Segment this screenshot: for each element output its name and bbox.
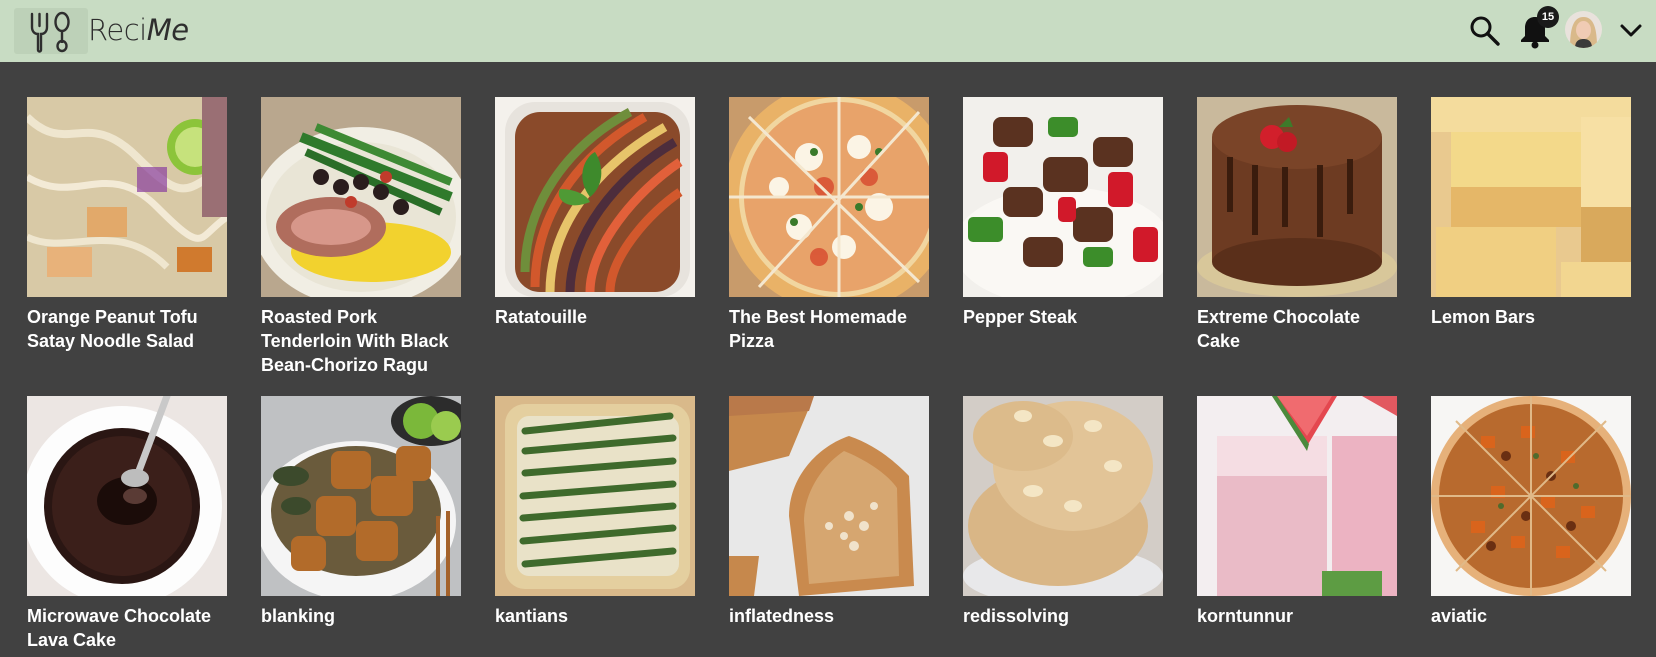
search-icon[interactable] — [1468, 14, 1502, 48]
recipe-title[interactable]: Pepper Steak — [963, 305, 1173, 329]
app-name-italic: Me — [146, 13, 189, 47]
app-name-plain: Reci — [88, 13, 147, 47]
recipe-card[interactable]: inflatedness — [729, 396, 929, 628]
recipe-thumbnail[interactable] — [27, 97, 227, 297]
recipe-card[interactable]: The Best Homemade Pizza — [729, 97, 929, 353]
recipe-thumbnail[interactable] — [1197, 97, 1397, 297]
recipe-title[interactable]: Orange Peanut Tofu Satay Noodle Salad — [27, 305, 237, 353]
top-navigation-bar: ReciMe 15 — [0, 0, 1656, 62]
recipe-card[interactable]: korntunnur — [1197, 396, 1397, 628]
recipe-card[interactable]: blanking — [261, 396, 461, 628]
recipe-title[interactable]: korntunnur — [1197, 604, 1407, 628]
recipe-title[interactable]: Extreme Chocolate Cake — [1197, 305, 1407, 353]
recipe-thumbnail[interactable] — [1431, 97, 1631, 297]
recipe-card[interactable]: Orange Peanut Tofu Satay Noodle Salad — [27, 97, 227, 353]
recipe-card[interactable]: redissolving — [963, 396, 1163, 628]
recipe-title[interactable]: blanking — [261, 604, 471, 628]
recipe-title[interactable]: Ratatouille — [495, 305, 705, 329]
avatar[interactable] — [1565, 11, 1602, 48]
recipe-title[interactable]: kantians — [495, 604, 705, 628]
recipe-title[interactable]: The Best Homemade Pizza — [729, 305, 939, 353]
recipe-card[interactable]: kantians — [495, 396, 695, 628]
logo-icon[interactable] — [14, 8, 88, 54]
recipe-thumbnail[interactable] — [1197, 396, 1397, 596]
recipe-card[interactable]: Roasted Pork Tenderloin With Black Bean-… — [261, 97, 461, 377]
recipe-thumbnail[interactable] — [495, 396, 695, 596]
recipe-card[interactable]: aviatic — [1431, 396, 1631, 628]
recipe-thumbnail[interactable] — [261, 396, 461, 596]
notification-count-badge: 15 — [1537, 6, 1559, 28]
recipe-thumbnail[interactable] — [261, 97, 461, 297]
recipe-thumbnail[interactable] — [27, 396, 227, 596]
recipe-card[interactable]: Ratatouille — [495, 97, 695, 329]
recipe-card[interactable]: Pepper Steak — [963, 97, 1163, 329]
recipe-thumbnail[interactable] — [963, 97, 1163, 297]
recipe-title[interactable]: Lemon Bars — [1431, 305, 1641, 329]
recipe-card[interactable]: Microwave Chocolate Lava Cake — [27, 396, 227, 652]
app-name[interactable]: ReciMe — [88, 13, 189, 47]
recipe-card[interactable]: Lemon Bars — [1431, 97, 1631, 329]
recipe-title[interactable]: Roasted Pork Tenderloin With Black Bean-… — [261, 305, 471, 377]
recipe-thumbnail[interactable] — [729, 97, 929, 297]
recipe-thumbnail[interactable] — [495, 97, 695, 297]
recipe-thumbnail[interactable] — [963, 396, 1163, 596]
account-menu-chevron-down-icon[interactable] — [1617, 18, 1645, 44]
recipe-title[interactable]: aviatic — [1431, 604, 1641, 628]
recipe-thumbnail[interactable] — [1431, 396, 1631, 596]
recipe-title[interactable]: redissolving — [963, 604, 1173, 628]
recipe-title[interactable]: inflatedness — [729, 604, 939, 628]
recipe-card[interactable]: Extreme Chocolate Cake — [1197, 97, 1397, 353]
recipe-title[interactable]: Microwave Chocolate Lava Cake — [27, 604, 237, 652]
recipe-thumbnail[interactable] — [729, 396, 929, 596]
